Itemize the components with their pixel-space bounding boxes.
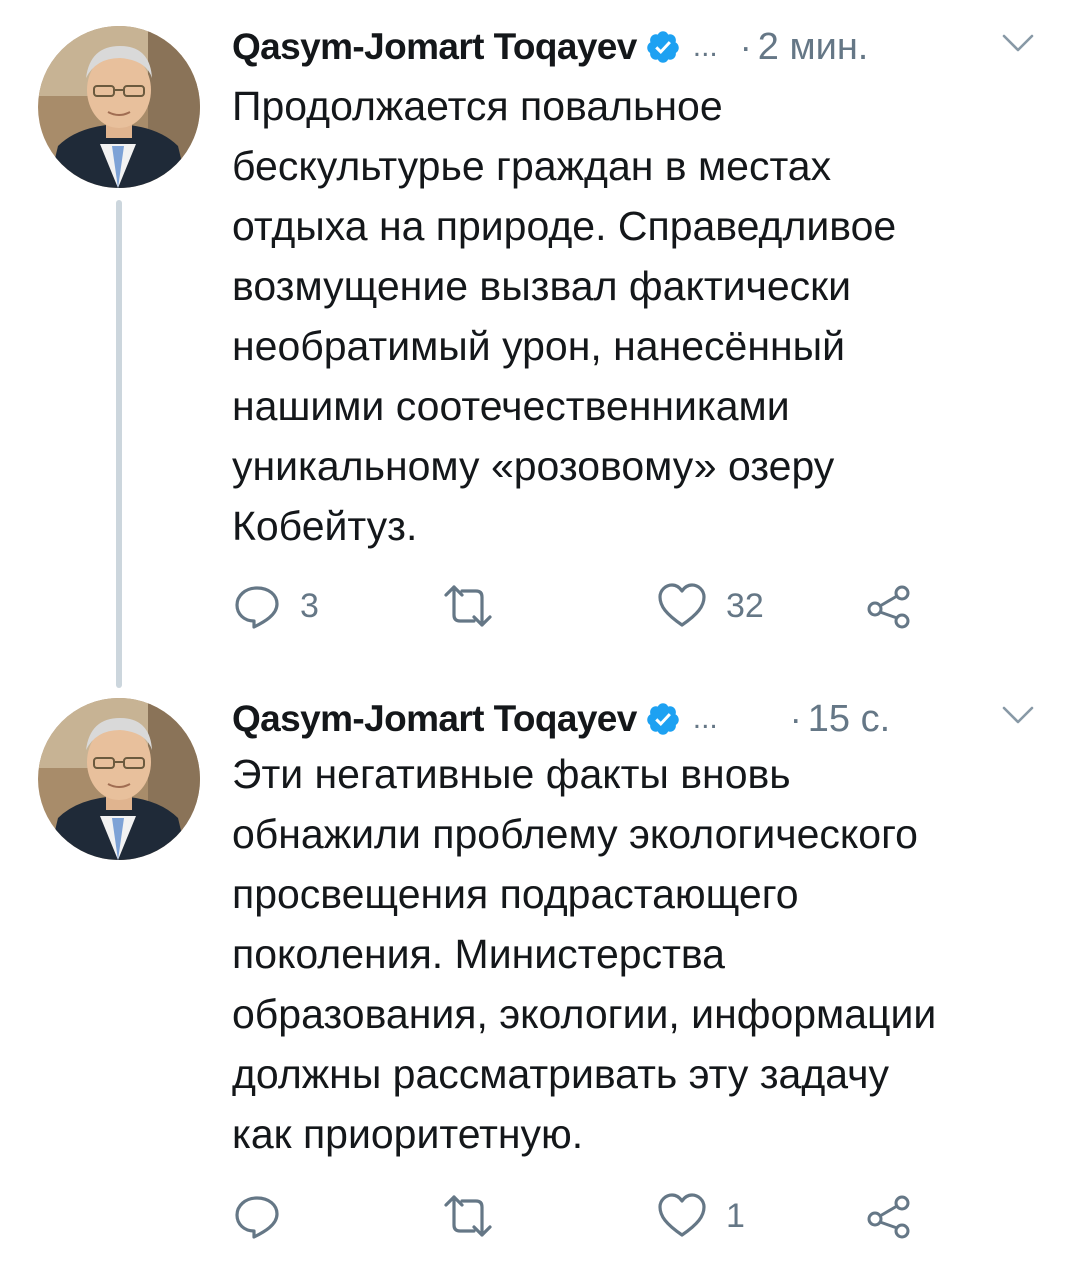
author-handle[interactable]: ...: [693, 702, 718, 736]
like-button[interactable]: 1: [656, 1188, 745, 1244]
tweet-text-line: Кобейтуз.: [232, 503, 418, 549]
share-button[interactable]: [864, 1188, 914, 1244]
avatar[interactable]: [38, 26, 200, 188]
author-name[interactable]: Qasym-Jomart Toqayev: [232, 698, 637, 740]
share-icon: [867, 585, 910, 629]
avatar[interactable]: [38, 698, 200, 860]
tweet-text-line: Продолжается повальное: [232, 83, 723, 129]
tweet-text-line: нашими соотечественниками: [232, 383, 790, 429]
separator-dot: ·: [739, 26, 752, 67]
tweet-text-line: обнажили проблему экологического: [232, 811, 918, 857]
tweet-timestamp[interactable]: 2 мин.: [758, 26, 869, 69]
tweet-text-line: Эти негативные факты вновь: [232, 751, 791, 797]
share-button[interactable]: [864, 578, 914, 634]
retweet-button[interactable]: [440, 578, 514, 634]
tweet-actions: 3 32: [232, 578, 1040, 634]
tweet-text: Эти негативные факты вновь обнажили проб…: [232, 744, 1040, 1164]
tweet-header: Qasym-Jomart Toqayev ... · 15 с.: [232, 692, 1050, 746]
retweet-icon: [444, 1195, 492, 1237]
share-icon: [867, 1195, 910, 1239]
tweet-header: Qasym-Jomart Toqayev ... · 2 мин.: [232, 20, 1050, 74]
profile-photo: [38, 26, 200, 188]
tweet-text-line: как приоритетную.: [232, 1111, 584, 1157]
like-count: 1: [726, 1196, 745, 1235]
reply-count: 3: [300, 586, 319, 625]
tweet-text-line: уникальному «розовому» озеру: [232, 443, 835, 489]
reply-button[interactable]: [232, 1188, 300, 1244]
reply-icon: [235, 586, 279, 629]
chevron-down-icon[interactable]: [1000, 30, 1036, 56]
like-count: 32: [726, 586, 764, 625]
tweet-text-line: необратимый урон, нанесённый: [232, 323, 845, 369]
separator-dot: ·: [789, 698, 802, 739]
reply-icon: [235, 1196, 279, 1239]
reply-button[interactable]: 3: [232, 578, 319, 634]
tweet-text-line: поколения. Министерства: [232, 931, 725, 977]
tweet-actions: 1: [232, 1188, 1040, 1244]
profile-photo: [38, 698, 200, 860]
verified-badge-icon: [645, 701, 681, 737]
retweet-icon: [444, 585, 492, 627]
tweet-text-line: должны рассматривать эту задачу: [232, 1051, 890, 1097]
tweet-text-line: отдыха на природе. Справедливое: [232, 203, 897, 249]
like-icon: [658, 583, 706, 627]
tweet-text-line: бескультурье граждан в местах: [232, 143, 832, 189]
tweet-text-line: образования, экологии, информации: [232, 991, 937, 1037]
tweet-timestamp[interactable]: 15 с.: [808, 698, 890, 741]
tweet-text-line: просвещения подрастающего: [232, 871, 799, 917]
retweet-button[interactable]: [440, 1188, 514, 1244]
like-button[interactable]: 32: [656, 578, 764, 634]
like-icon: [658, 1193, 706, 1237]
tweet-1[interactable]: Qasym-Jomart Toqayev ... · 2 мин. Продол…: [0, 0, 1080, 660]
verified-badge-icon: [645, 29, 681, 65]
tweet-text-line: возмущение вызвал фактически: [232, 263, 852, 309]
tweet-text: Продолжается повальное бескультурье граж…: [232, 76, 1040, 556]
author-name[interactable]: Qasym-Jomart Toqayev: [232, 26, 637, 68]
chevron-down-icon[interactable]: [1000, 702, 1036, 728]
author-handle[interactable]: ...: [693, 30, 718, 64]
